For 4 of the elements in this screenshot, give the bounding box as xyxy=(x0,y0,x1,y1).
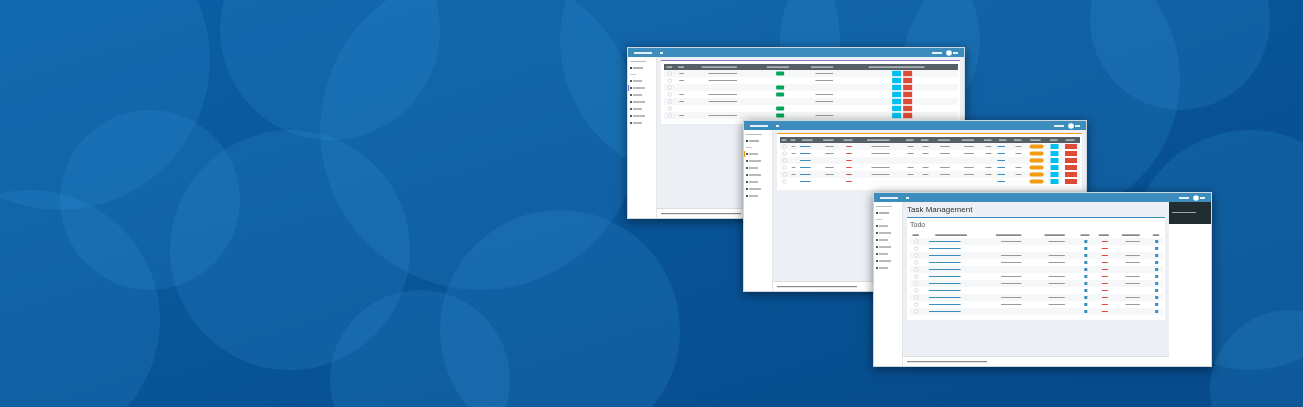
user-menu-icon[interactable] xyxy=(932,49,958,56)
page-title: Task Management xyxy=(907,205,974,214)
user-menu-icon[interactable] xyxy=(1054,122,1080,129)
user-menu-icon[interactable] xyxy=(1179,194,1205,201)
